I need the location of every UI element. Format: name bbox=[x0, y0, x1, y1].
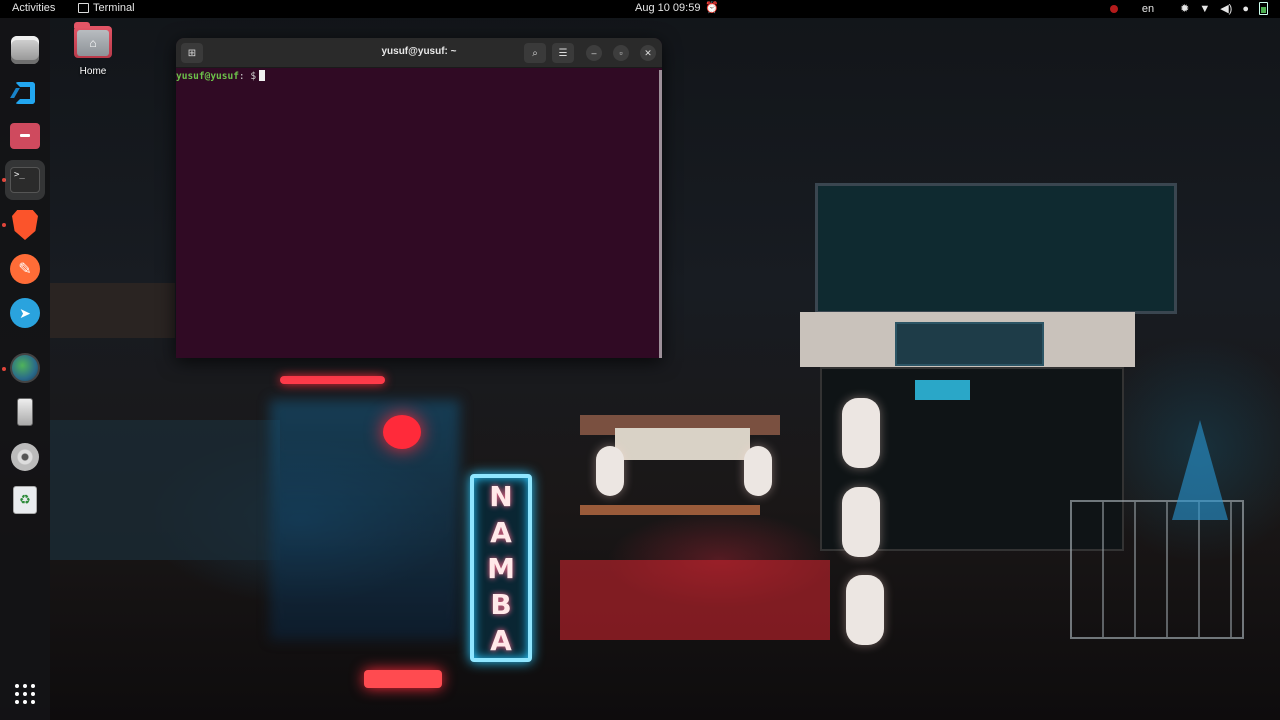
vscode-icon bbox=[11, 79, 39, 107]
desktop-home-label: Home bbox=[79, 66, 107, 77]
wallpaper-lantern bbox=[596, 446, 624, 496]
wallpaper-left-building bbox=[50, 420, 280, 560]
wifi-icon: ▼ bbox=[1199, 2, 1211, 15]
wallpaper-neon-red-circle bbox=[383, 415, 421, 449]
wallpaper-lantern bbox=[846, 575, 884, 645]
microphone-icon: ● bbox=[1242, 2, 1249, 15]
terminal-headerbar[interactable]: ⊞ yusuf@yusuf: ~ ⌕ ☰ – ▫ ✕ bbox=[176, 38, 662, 68]
terminal-scrollbar[interactable] bbox=[659, 70, 662, 358]
disc-icon bbox=[11, 443, 39, 471]
dock-item-telegram[interactable]: ➤ bbox=[5, 293, 45, 333]
volume-icon: ◀) bbox=[1220, 3, 1233, 15]
wallpaper-neon-red-bar bbox=[280, 376, 385, 384]
dock-item-database[interactable] bbox=[5, 30, 45, 70]
battery-icon bbox=[1259, 2, 1268, 15]
neon-letter: A bbox=[490, 623, 512, 657]
top-bar: Activities Terminal Aug 10 09:59 ⏰ en ✹ … bbox=[0, 0, 1280, 18]
menu-button[interactable]: ☰ bbox=[552, 43, 574, 63]
minimize-icon: – bbox=[591, 48, 597, 58]
phone-icon bbox=[17, 398, 33, 426]
show-applications-button[interactable] bbox=[5, 674, 45, 714]
app-menu-label: Terminal bbox=[93, 2, 135, 14]
app-menu[interactable]: Terminal bbox=[78, 2, 135, 14]
wallpaper-cyan-light bbox=[915, 380, 970, 400]
home-icon: ⌂ bbox=[77, 30, 109, 56]
dock-item-trash[interactable]: ♻ bbox=[5, 480, 45, 520]
folder-icon: ⌂ bbox=[74, 22, 112, 58]
new-tab-button[interactable]: ⊞ bbox=[181, 43, 203, 63]
search-icon: ⌕ bbox=[532, 47, 538, 59]
desktop-home-folder[interactable]: ⌂ Home bbox=[70, 22, 116, 77]
globe-icon bbox=[10, 353, 40, 383]
maximize-button[interactable]: ▫ bbox=[613, 45, 629, 61]
neon-letter: N bbox=[489, 479, 513, 513]
wallpaper-light-tree bbox=[1172, 420, 1228, 520]
prompt-symbol: $ bbox=[250, 71, 257, 82]
language-indicator[interactable]: en bbox=[1142, 3, 1154, 15]
wallpaper-motion-blur bbox=[270, 400, 460, 640]
postman-icon: ✎ bbox=[10, 254, 40, 284]
recording-indicator-icon[interactable] bbox=[1109, 4, 1118, 13]
dock-item-phone[interactable] bbox=[5, 392, 45, 432]
dock-item-vscode[interactable] bbox=[5, 73, 45, 113]
files-icon bbox=[10, 123, 40, 149]
minimize-button[interactable]: – bbox=[586, 45, 602, 61]
terminal-window[interactable]: ⊞ yusuf@yusuf: ~ ⌕ ☰ – ▫ ✕ yusuf@yusuf: … bbox=[176, 38, 662, 358]
maximize-icon: ▫ bbox=[619, 48, 623, 58]
night-light-icon: ✹ bbox=[1180, 3, 1190, 15]
dock-item-browser[interactable] bbox=[5, 348, 45, 388]
grid-icon bbox=[14, 683, 36, 705]
terminal-app-icon bbox=[78, 3, 89, 13]
activities-button[interactable]: Activities bbox=[12, 2, 55, 14]
neon-letter: M bbox=[487, 551, 515, 585]
database-icon bbox=[11, 36, 39, 64]
close-icon: ✕ bbox=[644, 47, 652, 58]
dock-item-postman[interactable]: ✎ bbox=[5, 249, 45, 289]
wallpaper-stall-curtain bbox=[615, 428, 750, 460]
system-tray[interactable]: en ✹ ▼ ◀) ● bbox=[1109, 2, 1268, 15]
trash-icon: ♻ bbox=[13, 486, 37, 514]
prompt-separator: : bbox=[238, 71, 245, 82]
dock-item-terminal[interactable]: >_ bbox=[5, 160, 45, 200]
clock[interactable]: Aug 10 09:59 bbox=[635, 2, 700, 14]
new-tab-icon: ⊞ bbox=[187, 47, 197, 59]
wallpaper-neon-sign: N A M B A bbox=[470, 474, 532, 662]
dock-item-files[interactable] bbox=[5, 116, 45, 156]
hamburger-menu-icon: ☰ bbox=[558, 47, 568, 59]
wallpaper-left-awning bbox=[50, 283, 175, 338]
wallpaper-lantern bbox=[842, 398, 880, 468]
wallpaper-lantern bbox=[744, 446, 772, 496]
neon-letter: B bbox=[490, 587, 512, 621]
neon-letter: A bbox=[490, 515, 512, 549]
search-button[interactable]: ⌕ bbox=[524, 43, 546, 63]
brave-icon bbox=[12, 210, 38, 240]
wallpaper-floor-light bbox=[364, 670, 442, 688]
terminal-icon: >_ bbox=[10, 167, 40, 193]
dock: >_ ✎ ➤ ♻ bbox=[0, 18, 50, 720]
telegram-icon: ➤ bbox=[10, 298, 40, 328]
wallpaper-shop-sign bbox=[895, 322, 1044, 366]
wallpaper-lantern bbox=[842, 487, 880, 557]
dock-item-disc[interactable] bbox=[5, 437, 45, 477]
wallpaper-red-glow bbox=[560, 560, 830, 640]
wallpaper-fence bbox=[1070, 500, 1244, 639]
wallpaper-stall-table bbox=[580, 505, 760, 515]
dock-item-brave[interactable] bbox=[5, 205, 45, 245]
alarm-icon: ⏰ bbox=[705, 2, 719, 14]
wallpaper-billboard bbox=[815, 183, 1177, 314]
terminal-output[interactable]: yusuf@yusuf: $ bbox=[176, 68, 662, 358]
close-button[interactable]: ✕ bbox=[640, 45, 656, 61]
text-cursor bbox=[259, 70, 266, 81]
prompt-user-host: yusuf@yusuf bbox=[176, 71, 239, 82]
